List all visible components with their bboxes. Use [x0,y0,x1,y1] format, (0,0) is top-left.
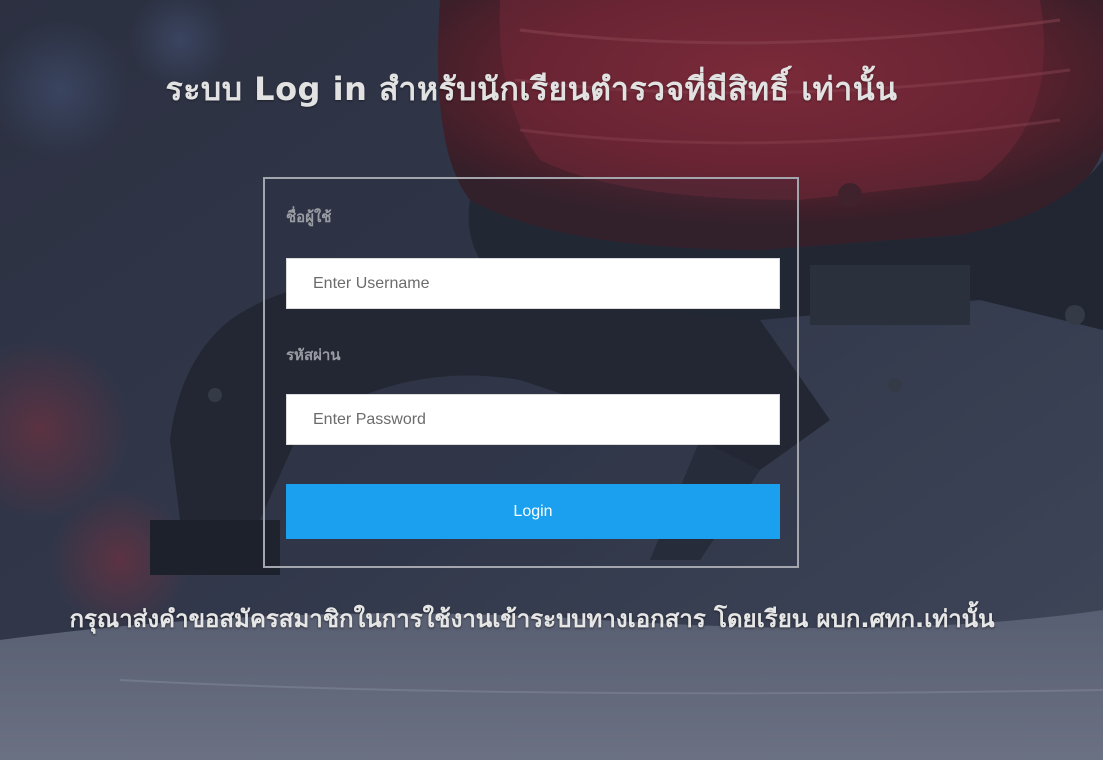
login-button[interactable]: Login [286,484,780,539]
registration-notice: กรุณาส่งคำขอสมัครสมาชิกในการใช้งานเข้าระ… [69,605,995,633]
password-label: รหัสผ่าน [286,346,341,364]
login-form: ชื่อผู้ใช้ รหัสผ่าน Login [263,177,799,568]
login-page: ระบบ Log in สำหรับนักเรียนตำรวจที่มีสิทธ… [0,0,1103,760]
password-input[interactable] [286,394,780,445]
page-title: ระบบ Log in สำหรับนักเรียนตำรวจที่มีสิทธ… [165,70,898,108]
username-input[interactable] [286,258,780,309]
username-label: ชื่อผู้ใช้ [286,208,332,226]
